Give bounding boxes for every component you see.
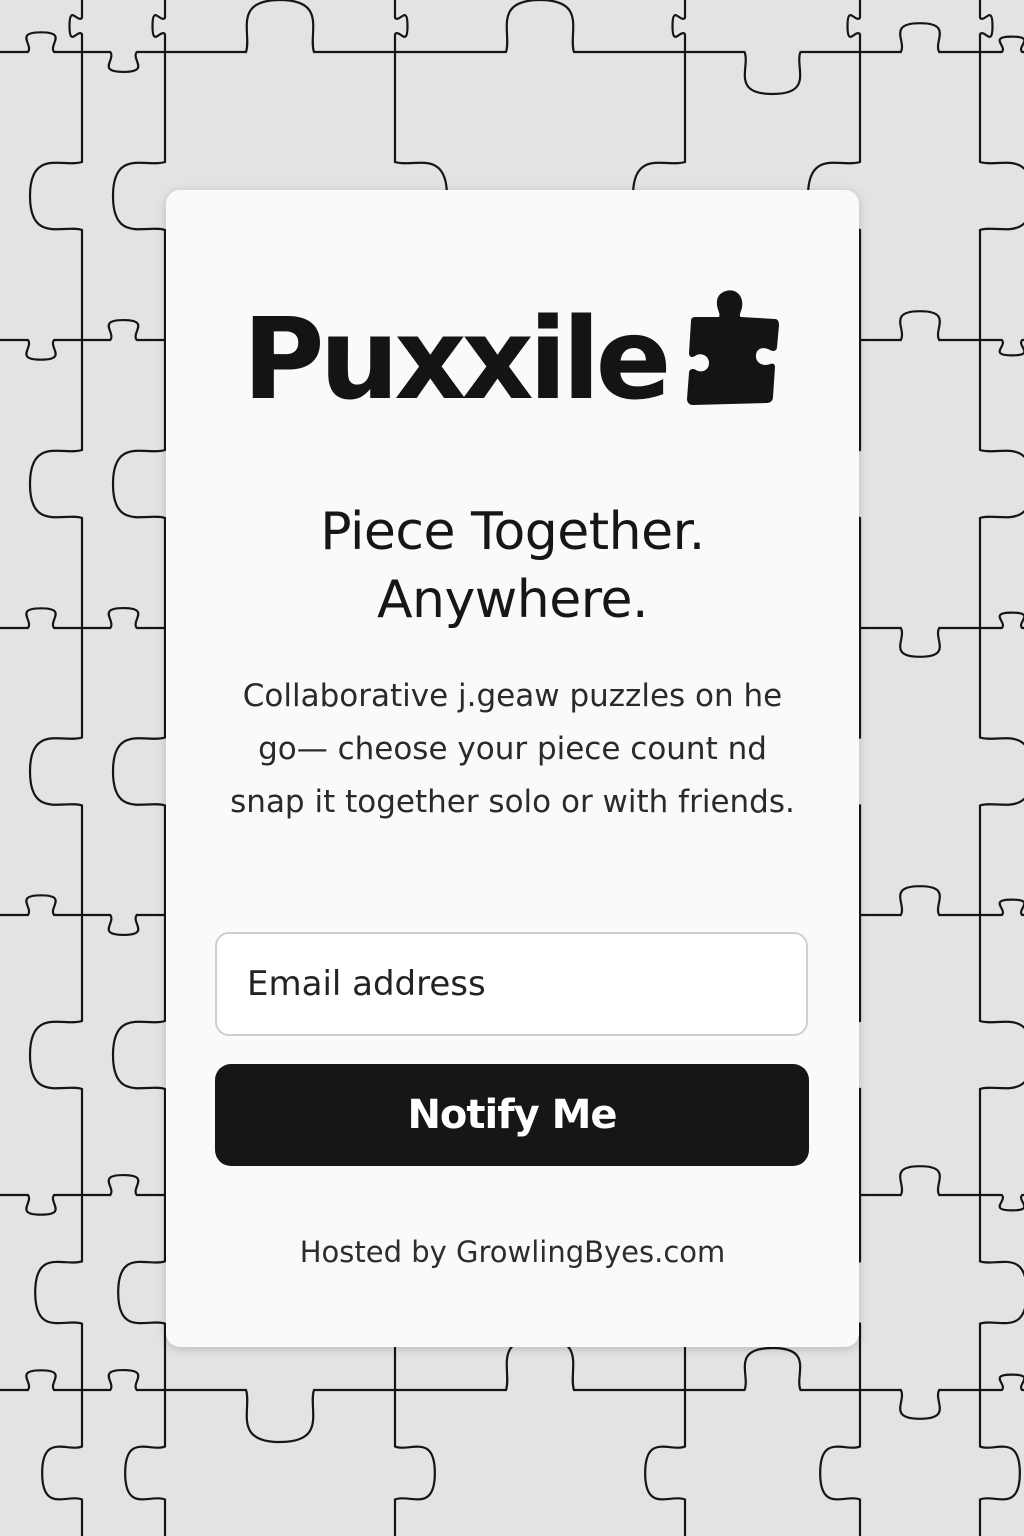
tagline-line-2: Anywhere. (376, 570, 649, 630)
tagline-line-1: Piece Together. (320, 502, 705, 562)
logo: Puxxile (166, 290, 859, 430)
puzzle-piece-icon (686, 290, 779, 405)
email-input[interactable] (215, 932, 808, 1036)
notify-me-button[interactable]: Notify Me (215, 1064, 809, 1166)
hosted-by-text: Hosted by GrowlingByes.com (299, 1235, 726, 1269)
description: Collaborative j.geaw puzzles on he go— c… (230, 678, 795, 820)
brand-name: Puxxile (242, 295, 671, 425)
tagline: Piece Together. Anywhere. (166, 498, 859, 634)
signup-card: Puxxile Piece Together. Anywhere. Collab… (166, 190, 859, 1347)
